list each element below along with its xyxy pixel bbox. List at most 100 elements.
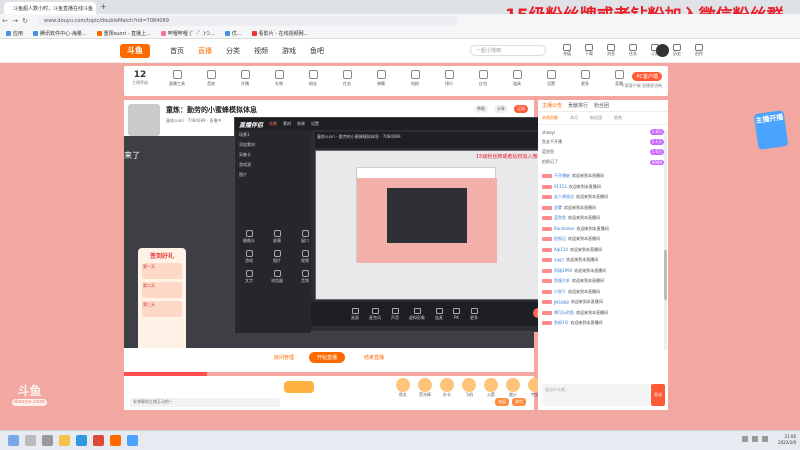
floating-event-badge[interactable]: 主播开播 [753,110,789,150]
function-item[interactable]: 更多 [572,70,598,87]
panel-top-item[interactable]: 主播公告 [542,102,562,109]
chat-message[interactable]: 造孽 欢迎来到本直播间 [542,203,664,214]
chat-message[interactable]: 喝可乐的鱼 欢迎来到本直播间 [542,308,664,319]
chat-user[interactable]: 鱼塘大虾 [554,278,570,284]
rank-row[interactable]: shaoyi 3.8万 [542,127,664,137]
new-tab-button[interactable]: + [100,2,107,11]
user-avatar[interactable] [656,44,669,57]
chat-input[interactable]: 说点什么吧... [542,384,650,406]
tool-tab[interactable]: 效果 [297,121,305,127]
nav-category[interactable]: 分类 [226,46,240,56]
tool-bottom-button[interactable]: 虚拟形象 [409,307,425,321]
report-button[interactable]: 举报 [474,105,488,113]
gift-item[interactable]: 火箭 [482,378,500,398]
nav-yuba[interactable]: 鱼吧 [310,46,324,56]
chat-user[interactable]: JM1968 [554,300,569,305]
source-button[interactable]: 音频 [295,270,315,284]
function-item[interactable]: 音效 [198,70,224,87]
browser-tab-active[interactable]: 斗鱼超人数小时，斗鱼直播在线斗鱼 [4,2,96,14]
tool-bottom-button[interactable]: 连麦 [435,307,443,321]
pc-client-button[interactable]: PC客户端 [632,72,662,81]
chat-scrollbar[interactable] [664,130,667,350]
follow-button[interactable]: 订阅 [514,105,528,113]
coin-badge[interactable] [284,381,314,393]
chat-message[interactable]: 91113 欢迎来到本直播间 [542,182,664,193]
function-item[interactable]: 礼物 [266,70,292,87]
source-button[interactable]: 游戏 [239,250,259,264]
function-item[interactable]: 道具 [504,70,530,87]
chat-user[interactable]: 蓝鱼鱼 [554,215,566,221]
nav-video[interactable]: 视频 [254,46,268,56]
function-item[interactable]: 弹幕 [368,70,394,87]
chat-message[interactable]: 小鱼干 欢迎来到本直播间 [542,287,664,298]
source-button[interactable]: 图片 [267,250,287,264]
rank-row[interactable]: 拍照记了 9999 [542,157,664,167]
chat-message[interactable]: 拍照记 欢迎来到本直播间 [542,234,664,245]
edge-icon[interactable] [76,435,87,446]
end-live-button[interactable]: 结束直播 [364,354,384,361]
rank-row[interactable]: 鱼友不开播 2.1万 [542,137,664,147]
tool-tab[interactable]: 场景 [269,121,277,127]
create-button[interactable]: 创作 [692,44,706,57]
gift-item[interactable]: 超火 [504,378,522,398]
chat-message[interactable]: Randomor 欢迎来到本直播间 [542,224,664,235]
panel-top-item[interactable]: 粉丝团 [594,102,609,109]
bookmark-item[interactable]: 哔哩哔哩 (゜-゜)つ... [160,30,215,37]
tool-bottom-button[interactable]: 更多 [470,307,478,321]
sign-in-day[interactable]: 第一天 [142,263,182,279]
scene-row[interactable]: 添加素材 [235,140,311,150]
function-item[interactable]: 钻粉 [402,70,428,87]
source-button[interactable]: 窗口 [295,230,315,244]
scene-row[interactable]: 采集卡 [235,150,311,160]
search-input[interactable]: 一起小地锦 [470,45,546,56]
bookmark-item[interactable]: 看影片 - 在线视频网... [251,30,308,37]
battery-icon[interactable] [762,436,768,442]
panel-top-item[interactable]: 贡献排行 [568,102,588,109]
chrome-icon[interactable] [93,435,104,446]
url-field[interactable]: www.douyu.com/topic/doubleMatch?rid=7084… [38,16,458,26]
scene-row[interactable]: 图片 [235,170,311,180]
tool-bottom-button[interactable]: 麦克风 [369,307,381,321]
start-live-button[interactable]: 开始直播 [309,352,346,363]
chat-user[interactable]: 小鱼干 [554,289,566,295]
send-button[interactable]: 发送 [651,384,665,406]
chat-message[interactable]: Aqi114 欢迎来到本直播间 [542,245,664,256]
chat-user[interactable]: 拍照记 [554,236,566,242]
gift-item[interactable]: 办卡 [438,378,456,398]
source-button[interactable]: 屏幕 [267,230,287,244]
task-view-icon[interactable] [42,435,53,446]
sign-in-day[interactable]: 第二天 [142,282,182,298]
backpack-button[interactable]: 背包 [512,398,526,406]
tool-bottom-button[interactable]: 画面 [351,307,359,321]
chat-user[interactable]: Y997 [554,258,564,263]
source-button[interactable]: 浏览器 [267,270,287,284]
explorer-icon[interactable] [59,435,70,446]
chat-user[interactable]: 这人想说点 [554,194,574,200]
room-manage-button[interactable]: 房间管理 [274,354,294,361]
chat-user[interactable]: Aqi114 [554,247,568,252]
chat-message[interactable]: 阿瑞1994 欢迎来到本直播间 [542,266,664,277]
chat-message[interactable]: JM1968 欢迎来到本直播间 [542,297,664,308]
app-icon[interactable] [110,435,121,446]
nav-game[interactable]: 游戏 [282,46,296,56]
tool-bottom-button[interactable]: 声音 [391,307,399,321]
source-button[interactable]: 摄像头 [239,230,259,244]
chat-user[interactable]: Randomor [554,226,575,231]
chat-user[interactable]: 91113 [554,184,567,189]
share-button[interactable]: 分享 [494,105,508,113]
windows-start-icon[interactable] [8,435,19,446]
chat-user[interactable]: 鱼粉1号 [554,320,569,326]
recharge-gift-button[interactable]: 充值 [495,398,509,406]
chat-user[interactable]: 阿瑞1994 [554,268,572,274]
message-button[interactable]: 消息 [604,44,618,57]
bookmark-item[interactable]: 优... [224,30,242,37]
search-icon[interactable] [25,435,36,446]
douyu-logo[interactable]: 斗鱼 [120,44,150,58]
app-icon[interactable] [127,435,138,446]
rank-tab[interactable]: 本月 [570,115,578,121]
streaming-tool-window[interactable]: 直播伴侣 场景 素材 效果 设置 场景1 添加素材 采集卡 游戏源 图片 摄像头… [234,117,565,333]
danmaku-input[interactable]: 发弹幕和主播互动吧~ [130,398,280,407]
history-button[interactable]: 历史 [670,44,684,57]
forward-icon[interactable]: → [10,17,20,25]
function-item[interactable]: 直播工具 [164,70,190,87]
